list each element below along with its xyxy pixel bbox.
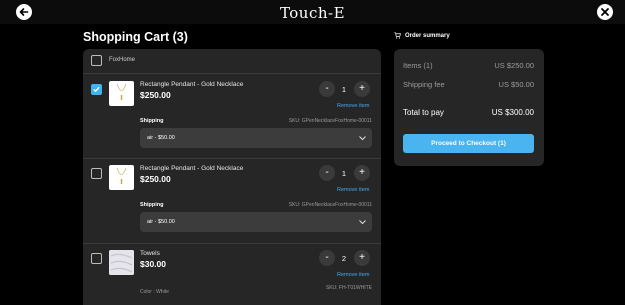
store-row: FoxHome (83, 49, 381, 74)
app-logo: Touch-E (0, 4, 625, 22)
shipping-select[interactable]: air - $50.00 (140, 212, 372, 232)
top-bar: Touch-E (0, 0, 625, 24)
item-divider (83, 243, 381, 244)
decrease-quantity-button[interactable]: - (319, 81, 335, 97)
item-color: Color : White (140, 289, 169, 295)
shipping-label: Shipping (140, 118, 164, 124)
remove-item-link[interactable]: Remove item (337, 272, 369, 278)
product-thumbnail[interactable] (109, 165, 134, 190)
cart-item: Rectangle Pendant - Gold Necklace $250.0… (83, 160, 381, 242)
product-thumbnail[interactable] (109, 250, 134, 275)
cart-title: Shopping Cart (3) (83, 30, 188, 44)
shipping-option: air - $50.00 (147, 135, 175, 141)
increase-quantity-button[interactable]: + (354, 81, 370, 97)
item-divider (83, 158, 381, 159)
shipping-fee-value: US $50.00 (498, 80, 534, 89)
item-name: Rectangle Pendant - Gold Necklace (140, 165, 244, 172)
close-button[interactable] (597, 4, 613, 20)
proceed-to-checkout-button[interactable]: Proceed to Checkout (1) (403, 134, 534, 153)
check-icon (93, 86, 100, 93)
item-price: $250.00 (140, 174, 171, 184)
total-value: US $300.00 (491, 108, 534, 117)
store-name: FoxHome (109, 57, 136, 63)
item-price: $30.00 (140, 259, 166, 269)
item-sku: SKU: FH-T01WHITE (325, 285, 372, 291)
necklace-image (116, 167, 127, 184)
item-checkbox[interactable] (91, 253, 102, 264)
quantity-value: 1 (341, 169, 347, 178)
quantity-value: 1 (341, 85, 347, 94)
cart-icon (394, 32, 401, 39)
quantity-value: 2 (341, 254, 347, 263)
items-label: Items (1) (403, 61, 433, 70)
shipping-select[interactable]: air - $50.00 (140, 128, 372, 148)
store-checkbox[interactable] (91, 55, 102, 66)
item-sku: SKU: GPenNecklaceFoxHome-00011 (288, 118, 372, 124)
chevron-down-icon (359, 136, 366, 141)
shipping-option: air - $50.00 (147, 219, 175, 225)
order-summary-panel: Items (1) US $250.00 Shipping fee US $50… (394, 49, 544, 166)
product-thumbnail[interactable] (109, 81, 134, 106)
items-value: US $250.00 (494, 61, 534, 70)
decrease-quantity-button[interactable]: - (319, 165, 335, 181)
order-summary-title: Order summary (394, 32, 450, 39)
touch-e-logo: Touch-E (279, 4, 346, 22)
close-icon (601, 8, 609, 16)
decrease-quantity-button[interactable]: - (319, 250, 335, 266)
item-checkbox[interactable] (91, 84, 102, 95)
necklace-image (116, 83, 127, 100)
remove-item-link[interactable]: Remove item (337, 187, 369, 193)
item-name: Rectangle Pendant - Gold Necklace (140, 81, 244, 88)
remove-item-link[interactable]: Remove item (337, 103, 369, 109)
total-label: Total to pay (403, 108, 444, 117)
cart-item: Rectangle Pendant - Gold Necklace $250.0… (83, 76, 381, 158)
item-checkbox[interactable] (91, 168, 102, 179)
increase-quantity-button[interactable]: + (354, 165, 370, 181)
order-summary-label: Order summary (405, 32, 450, 39)
shipping-label: Shipping (140, 202, 164, 208)
towel-image (109, 250, 134, 275)
item-sku: SKU: GPenNecklaceFoxHome-00011 (288, 202, 372, 208)
increase-quantity-button[interactable]: + (354, 250, 370, 266)
cart-panel: FoxHome Rectangle Pendant - Gold Necklac… (83, 49, 381, 305)
item-name: Towels (140, 250, 160, 257)
item-price: $250.00 (140, 90, 171, 100)
chevron-down-icon (359, 220, 366, 225)
shipping-fee-label: Shipping fee (403, 80, 445, 89)
cart-item: Towels $30.00 - 2 + Remove item Color : … (83, 245, 381, 305)
